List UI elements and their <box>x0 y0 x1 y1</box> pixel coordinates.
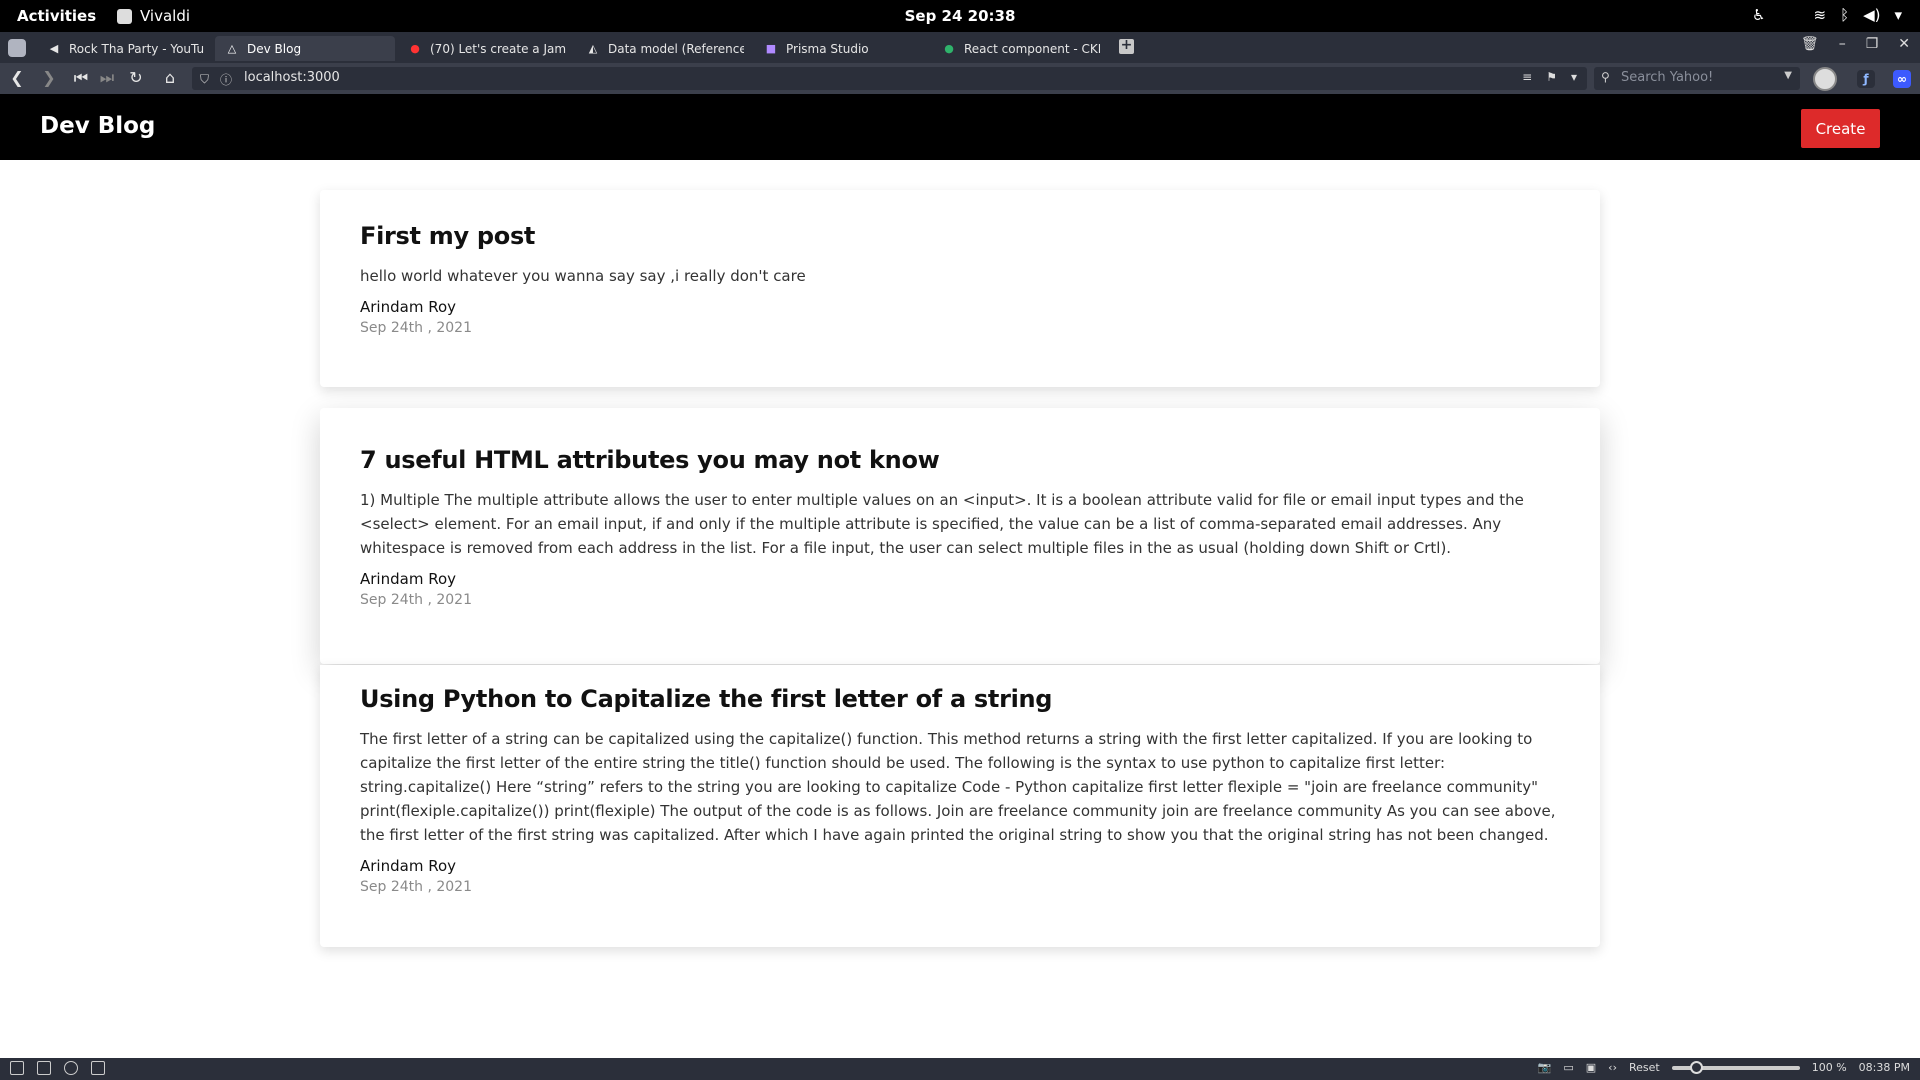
triangle-icon: △ <box>227 42 237 55</box>
cloud-sync-icon[interactable] <box>64 1061 78 1075</box>
tab-ckeditor[interactable]: ● React component - CKEdit <box>932 36 1110 61</box>
post-author: Arindam Roy <box>360 570 456 588</box>
extension-f-icon[interactable]: ƒ <box>1857 70 1875 88</box>
zoom-slider-handle[interactable] <box>1689 1060 1703 1074</box>
post-author: Arindam Roy <box>360 298 456 316</box>
extension-messenger-icon[interactable]: ∞ <box>1893 70 1911 88</box>
speaker-icon: ◀ <box>49 42 59 55</box>
panel-toggle-icon[interactable] <box>10 1061 24 1075</box>
search-placeholder: Search Yahoo! <box>1621 70 1714 85</box>
minimize-icon[interactable]: – <box>1839 36 1846 52</box>
tab-youtube-music[interactable]: ◀ Rock Tha Party - YouTube M <box>37 36 215 61</box>
app-name: Vivaldi <box>140 7 191 25</box>
chevron-down-icon[interactable]: ▾ <box>1571 70 1577 84</box>
brand-title[interactable]: Dev Blog <box>40 113 155 139</box>
window-icon[interactable]: ▭ <box>1563 1061 1573 1074</box>
reader-view-icon[interactable]: ≡ <box>1522 70 1532 84</box>
search-input[interactable]: ⚲ Search Yahoo! ▼ <box>1594 67 1800 90</box>
system-top-bar: Activities Vivaldi Sep 24 20:38 ♿ ≋ ᛒ ◀)… <box>0 0 1920 32</box>
prisma-icon: ◭ <box>588 42 598 55</box>
close-icon[interactable]: ✕ <box>1898 36 1910 52</box>
wifi-icon[interactable]: ≋ <box>1813 6 1826 24</box>
status-clock: 08:38 PM <box>1858 1061 1910 1074</box>
tab-tiling-icon[interactable] <box>37 1061 51 1075</box>
youtube-icon: ● <box>410 42 420 55</box>
power-icon[interactable]: ▾ <box>1894 6 1902 24</box>
zoom-level: 100 % <box>1811 1061 1847 1074</box>
volume-icon[interactable]: ◀) <box>1863 6 1880 24</box>
post-excerpt: 1) Multiple The multiple attribute allow… <box>360 491 1524 557</box>
post-title[interactable]: 7 useful HTML attributes you may not kno… <box>360 446 1560 474</box>
post-date: Sep 24th , 2021 <box>360 879 472 895</box>
maximize-icon[interactable]: ❐ <box>1866 36 1879 52</box>
trash-icon[interactable]: 🗑 <box>1801 36 1819 52</box>
site-info-icon[interactable]: ⓘ <box>220 71 232 88</box>
ckeditor-icon: ● <box>944 42 954 55</box>
url-text: localhost:3000 <box>244 70 340 85</box>
post-excerpt: The first letter of a string can be capi… <box>360 730 1556 844</box>
tab-prisma-data-model[interactable]: ◭ Data model (Reference) | P <box>576 36 754 61</box>
address-bar-row: ❮ ❯ ⏮ ⏭ ↻ ⌂ ⛉ ⓘ localhost:3000 ≡ ⚑ ▾ ⚲ S… <box>0 63 1920 94</box>
rewind-icon[interactable]: ⏮ <box>70 68 92 88</box>
system-tray[interactable]: ♿ ≋ ᛒ ◀) ▾ <box>1752 6 1902 24</box>
bluetooth-icon[interactable]: ᛒ <box>1840 6 1849 24</box>
search-engine-dropdown-icon[interactable]: ▼ <box>1784 70 1792 81</box>
browser-status-bar: 📷 ▭ ▣ ‹› Reset 100 % 08:38 PM <box>0 1058 1920 1080</box>
post-card[interactable]: 7 useful HTML attributes you may not kno… <box>320 408 1600 664</box>
url-input[interactable]: ⛉ ⓘ localhost:3000 ≡ ⚑ ▾ <box>192 67 1587 90</box>
shield-icon[interactable]: ⛉ <box>200 72 209 87</box>
tab-prisma-studio[interactable]: ■ Prisma Studio <box>754 36 932 61</box>
browser-tab-strip: ◀ Rock Tha Party - YouTube M △ Dev Blog … <box>0 32 1920 63</box>
fast-forward-icon[interactable]: ⏭ <box>96 68 118 88</box>
code-icon[interactable]: ‹› <box>1608 1061 1617 1074</box>
new-tab-icon[interactable]: + <box>1119 38 1134 54</box>
post-title[interactable]: First my post <box>360 222 1560 250</box>
mail-icon[interactable] <box>91 1061 105 1075</box>
profile-avatar[interactable] <box>1813 67 1837 91</box>
vivaldi-icon <box>117 8 132 24</box>
back-icon[interactable]: ❮ <box>6 68 28 87</box>
post-author: Arindam Roy <box>360 857 456 875</box>
zoom-slider[interactable] <box>1671 1060 1800 1074</box>
bookmark-icon[interactable]: ⚑ <box>1546 70 1557 84</box>
tab-dev-blog[interactable]: △ Dev Blog <box>215 36 395 61</box>
reload-icon[interactable]: ↻ <box>125 68 147 87</box>
create-button[interactable]: Create <box>1801 109 1880 148</box>
accessibility-icon[interactable]: ♿ <box>1752 6 1765 24</box>
post-date: Sep 24th , 2021 <box>360 320 472 336</box>
prisma-studio-icon: ■ <box>765 42 777 55</box>
zoom-reset-button[interactable]: Reset <box>1629 1061 1660 1074</box>
home-icon[interactable]: ⌂ <box>159 68 181 87</box>
vivaldi-menu-icon[interactable] <box>8 39 26 57</box>
window-controls: 🗑 – ❐ ✕ <box>1801 36 1910 52</box>
capture-icon[interactable]: 📷 <box>1538 1061 1552 1074</box>
post-card[interactable]: First my post hello world whatever you w… <box>320 190 1600 387</box>
post-date: Sep 24th , 2021 <box>360 592 472 608</box>
clock[interactable]: Sep 24 20:38 <box>0 7 1920 25</box>
post-excerpt: hello world whatever you wanna say say ,… <box>360 267 806 285</box>
activities-button[interactable]: Activities <box>17 7 96 25</box>
post-card[interactable]: Using Python to Capitalize the first let… <box>320 665 1600 947</box>
forward-icon[interactable]: ❯ <box>38 68 60 87</box>
app-header: Dev Blog Create <box>0 94 1920 160</box>
app-menu[interactable]: Vivaldi <box>117 7 190 25</box>
image-icon[interactable]: ▣ <box>1586 1061 1596 1074</box>
search-icon: ⚲ <box>1601 70 1610 84</box>
post-title[interactable]: Using Python to Capitalize the first let… <box>360 685 1560 713</box>
tab-youtube-jamstack[interactable]: ● (70) Let's create a Jamst <box>398 36 576 61</box>
